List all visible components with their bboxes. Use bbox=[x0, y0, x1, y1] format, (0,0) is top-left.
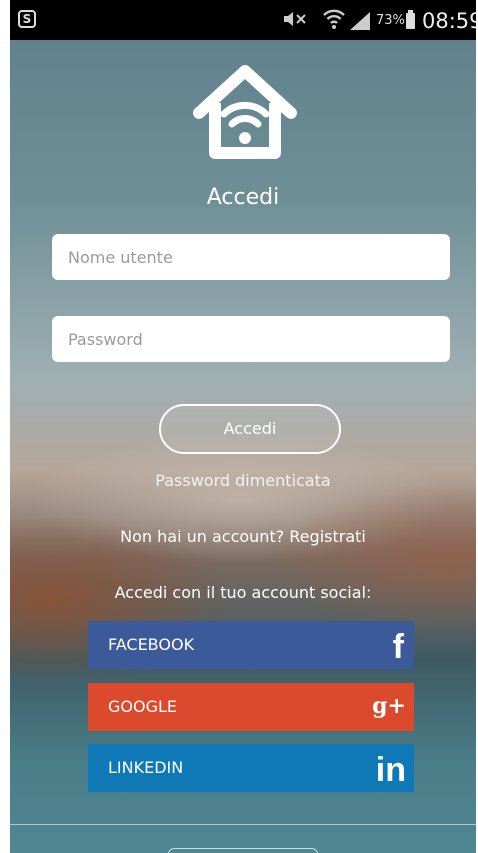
battery-percent: 73% bbox=[376, 13, 405, 28]
social-login-heading: Accedi con il tuo account social: bbox=[114, 583, 372, 602]
house-wifi-icon bbox=[193, 63, 297, 159]
status-bar: S 73% 08:59 bbox=[10, 0, 476, 40]
wifi-icon bbox=[322, 6, 346, 36]
linkedin-button-label: LINKEDIN bbox=[108, 758, 184, 777]
facebook-icon: f bbox=[392, 628, 404, 666]
linkedin-icon: in bbox=[375, 751, 406, 789]
divider bbox=[10, 824, 476, 825]
facebook-login-button[interactable]: FACEBOOK f bbox=[88, 621, 414, 669]
login-button[interactable]: Accedi bbox=[159, 404, 341, 454]
app-screen: S 73% 08:59 Accedi Nome utente Accedi Pa… bbox=[10, 0, 476, 853]
google-button-label: GOOGLE bbox=[108, 697, 178, 716]
google-login-button[interactable]: GOOGLE g+ bbox=[88, 683, 414, 731]
app-notification-icon: S bbox=[18, 10, 36, 28]
register-link[interactable]: Non hai un account? Registrati bbox=[10, 527, 476, 546]
mute-icon bbox=[280, 9, 308, 34]
password-input[interactable] bbox=[52, 316, 450, 362]
signal-icon bbox=[348, 10, 372, 36]
page-title: Accedi bbox=[206, 185, 280, 210]
username-input[interactable] bbox=[52, 234, 450, 280]
bottom-handle bbox=[168, 848, 318, 853]
google-plus-icon: g+ bbox=[372, 693, 406, 719]
forgot-password-link[interactable]: Password dimenticata bbox=[10, 471, 476, 490]
facebook-button-label: FACEBOOK bbox=[108, 635, 195, 654]
linkedin-login-button[interactable]: LINKEDIN in bbox=[88, 744, 414, 792]
clock: 08:59 bbox=[422, 9, 476, 33]
battery-icon bbox=[406, 10, 415, 29]
